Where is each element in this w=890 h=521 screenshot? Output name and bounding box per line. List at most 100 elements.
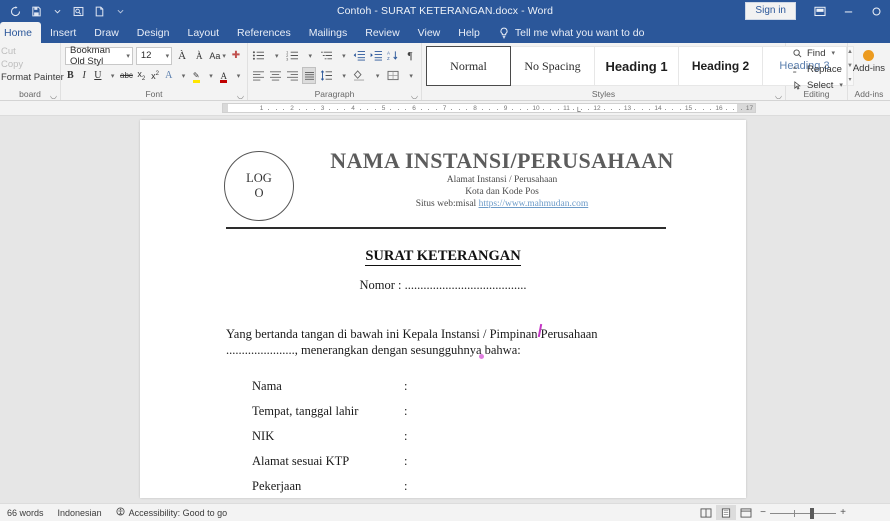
style-no-spacing[interactable]: No Spacing [511, 46, 595, 86]
field-row-nama[interactable]: Nama : [252, 374, 746, 399]
justify-button[interactable] [302, 67, 316, 84]
tab-mailings[interactable]: Mailings [300, 22, 357, 43]
increase-indent-button[interactable] [370, 47, 384, 64]
ribbon-group-clipboard: Cut Copy Format Painter board ◡ [0, 43, 61, 100]
multilevel-list-button[interactable] [319, 47, 333, 64]
field-row-tempat-tanggal-lahir[interactable]: Tempat, tanggal lahir : [252, 399, 746, 424]
field-row-nik[interactable]: NIK : [252, 424, 746, 449]
clear-formatting-button[interactable]: ✚ [229, 47, 243, 64]
ribbon-display-options-button[interactable] [806, 0, 834, 22]
tab-draw[interactable]: Draw [85, 22, 128, 43]
body-paragraph[interactable]: Yang bertanda tangan di bawah ini Kepala… [226, 326, 724, 358]
website-link[interactable]: https://www.mahmudan.com [479, 199, 589, 209]
print-preview-icon[interactable] [71, 4, 85, 18]
paragraph-dialog-launcher[interactable]: ◡ [411, 91, 418, 100]
style-heading-2[interactable]: Heading 2 [679, 46, 763, 86]
tab-help[interactable]: Help [449, 22, 489, 43]
font-dialog-launcher[interactable]: ◡ [237, 91, 244, 100]
autosave-icon[interactable] [8, 4, 22, 18]
shading-dropdown-icon[interactable]: ▾ [370, 67, 384, 84]
tab-home[interactable]: Home [0, 22, 41, 43]
save-icon[interactable] [29, 4, 43, 18]
sort-button[interactable]: AZ [386, 47, 400, 64]
subscript-button[interactable]: x2 [136, 67, 147, 84]
ruler-tab-stop[interactable]: └ [575, 107, 581, 113]
copy-button[interactable]: Copy [0, 58, 56, 71]
field-colon: : [404, 399, 416, 424]
tab-layout[interactable]: Layout [178, 22, 228, 43]
text-highlight-color-button[interactable]: ✎ [191, 67, 202, 84]
tab-insert[interactable]: Insert [41, 22, 85, 43]
zoom-slider[interactable] [770, 507, 836, 519]
sign-in-button[interactable]: Sign in [745, 2, 796, 20]
field-row-pekerjaan[interactable]: Pekerjaan : [252, 474, 746, 499]
read-mode-button[interactable] [696, 505, 716, 520]
font-color-dropdown-icon[interactable]: ▾ [232, 67, 243, 84]
addins-button[interactable]: Add-ins [853, 63, 885, 74]
field-colon: : [404, 474, 416, 499]
undo-dropdown-icon[interactable] [50, 4, 64, 18]
restore-button[interactable] [862, 0, 890, 22]
tab-references[interactable]: References [228, 22, 300, 43]
word-count[interactable]: 66 words [7, 508, 44, 518]
text-effects-dropdown-icon[interactable]: ▾ [177, 67, 188, 84]
clipboard-dialog-launcher[interactable]: ◡ [50, 91, 57, 100]
zoom-out-button[interactable]: − [756, 507, 770, 518]
format-painter-button[interactable]: Format Painter [0, 71, 56, 84]
decrease-font-size-button[interactable]: À [192, 47, 206, 64]
numbering-button[interactable]: 123 [286, 47, 300, 64]
superscript-button[interactable]: x2 [150, 67, 161, 84]
bold-button[interactable]: B [65, 67, 76, 84]
zoom-slider-handle[interactable] [810, 508, 814, 519]
align-right-button[interactable] [286, 67, 300, 84]
strikethrough-button[interactable]: abc [120, 67, 133, 84]
zoom-in-button[interactable]: + [836, 507, 850, 518]
style-normal[interactable]: Normal [426, 46, 511, 86]
decrease-indent-button[interactable] [353, 47, 367, 64]
line-spacing-button[interactable] [319, 67, 333, 84]
tab-design[interactable]: Design [128, 22, 179, 43]
borders-dropdown-icon[interactable]: ▾ [403, 67, 417, 84]
customize-quick-access-icon[interactable] [113, 4, 127, 18]
chevron-down-icon[interactable]: ▾ [829, 49, 835, 57]
tell-me-search[interactable]: Tell me what you want to do [489, 22, 645, 43]
ruler-dot [642, 109, 643, 110]
tab-view[interactable]: View [409, 22, 450, 43]
bullets-dropdown-icon[interactable]: ▾ [269, 47, 283, 64]
font-name-combo[interactable]: Bookman Old Styl ▾ [65, 47, 133, 65]
borders-button[interactable] [387, 67, 401, 84]
underline-button[interactable]: U [93, 67, 104, 84]
align-center-button[interactable] [269, 67, 283, 84]
show-formatting-marks-button[interactable]: ¶ [403, 47, 417, 64]
align-left-button[interactable] [252, 67, 266, 84]
replace-button[interactable]: abac Replace [792, 61, 843, 77]
horizontal-ruler[interactable]: 1234567891011121314151617└ [222, 103, 756, 113]
new-document-icon[interactable] [92, 4, 106, 18]
change-case-button[interactable]: Aa▾ [209, 47, 226, 64]
highlight-dropdown-icon[interactable]: ▾ [205, 67, 216, 84]
style-heading-1[interactable]: Heading 1 [595, 46, 679, 86]
font-size-combo[interactable]: 12 ▾ [136, 47, 172, 65]
increase-font-size-button[interactable]: À [175, 47, 189, 64]
line-spacing-dropdown-icon[interactable]: ▾ [336, 67, 350, 84]
underline-dropdown-icon[interactable]: ▾ [106, 67, 117, 84]
field-row-alamat-sesuai-ktp[interactable]: Alamat sesuai KTP : [252, 449, 746, 474]
text-effects-button[interactable]: A [163, 67, 174, 84]
tab-review[interactable]: Review [356, 22, 408, 43]
web-layout-button[interactable] [736, 505, 756, 520]
bullets-button[interactable] [252, 47, 266, 64]
font-color-button[interactable]: A [218, 67, 229, 84]
minimize-button[interactable] [834, 0, 862, 22]
cut-button[interactable]: Cut [0, 45, 56, 58]
print-layout-button[interactable] [716, 505, 736, 520]
language-indicator[interactable]: Indonesian [58, 508, 102, 518]
shading-button[interactable] [353, 67, 367, 84]
multilevel-dropdown-icon[interactable]: ▾ [336, 47, 350, 64]
styles-dialog-launcher[interactable]: ◡ [775, 91, 782, 100]
numbering-dropdown-icon[interactable]: ▾ [302, 47, 316, 64]
document-page[interactable]: LOG O NAMA INSTANSI/PERUSAHAAN Alamat In… [140, 120, 746, 498]
chevron-down-icon[interactable]: ▾ [837, 81, 843, 89]
find-button[interactable]: Find ▾ [792, 45, 843, 61]
accessibility-status[interactable]: Accessibility: Good to go [116, 507, 228, 518]
italic-button[interactable]: I [79, 67, 90, 84]
